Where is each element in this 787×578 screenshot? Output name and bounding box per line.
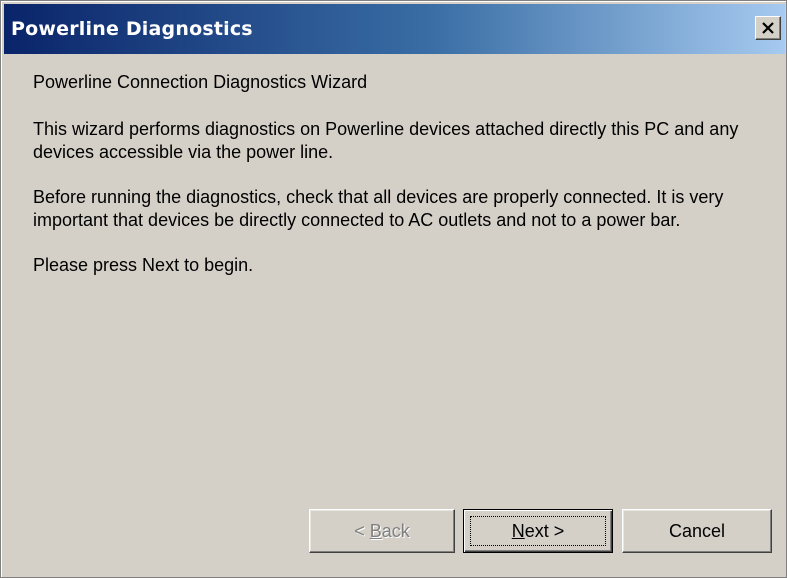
cancel-button[interactable]: Cancel xyxy=(622,509,772,553)
back-button[interactable]: < Back xyxy=(309,509,455,553)
wizard-body: Powerline Connection Diagnostics Wizard … xyxy=(33,71,773,299)
back-prefix: < xyxy=(354,520,370,541)
window-title: Powerline Diagnostics xyxy=(11,18,253,40)
back-rest: ack xyxy=(381,520,410,541)
wizard-instructions: Before running the diagnostics, check th… xyxy=(33,187,724,230)
back-mnemonic: B xyxy=(369,520,382,541)
back-button-label: < Back xyxy=(354,521,410,542)
wizard-heading: Powerline Connection Diagnostics Wizard xyxy=(33,72,368,92)
title-bar[interactable]: Powerline Diagnostics xyxy=(4,4,785,54)
wizard-description: This wizard performs diagnostics on Powe… xyxy=(33,119,739,162)
next-button[interactable]: Next > xyxy=(463,509,613,553)
close-button[interactable] xyxy=(755,16,781,40)
dialog-window: Powerline Diagnostics Powerline Connecti… xyxy=(0,0,787,578)
close-icon xyxy=(762,22,774,34)
wizard-prompt: Please press Next to begin. xyxy=(33,255,254,275)
focus-rectangle xyxy=(470,516,606,546)
cancel-button-label: Cancel xyxy=(668,520,726,541)
